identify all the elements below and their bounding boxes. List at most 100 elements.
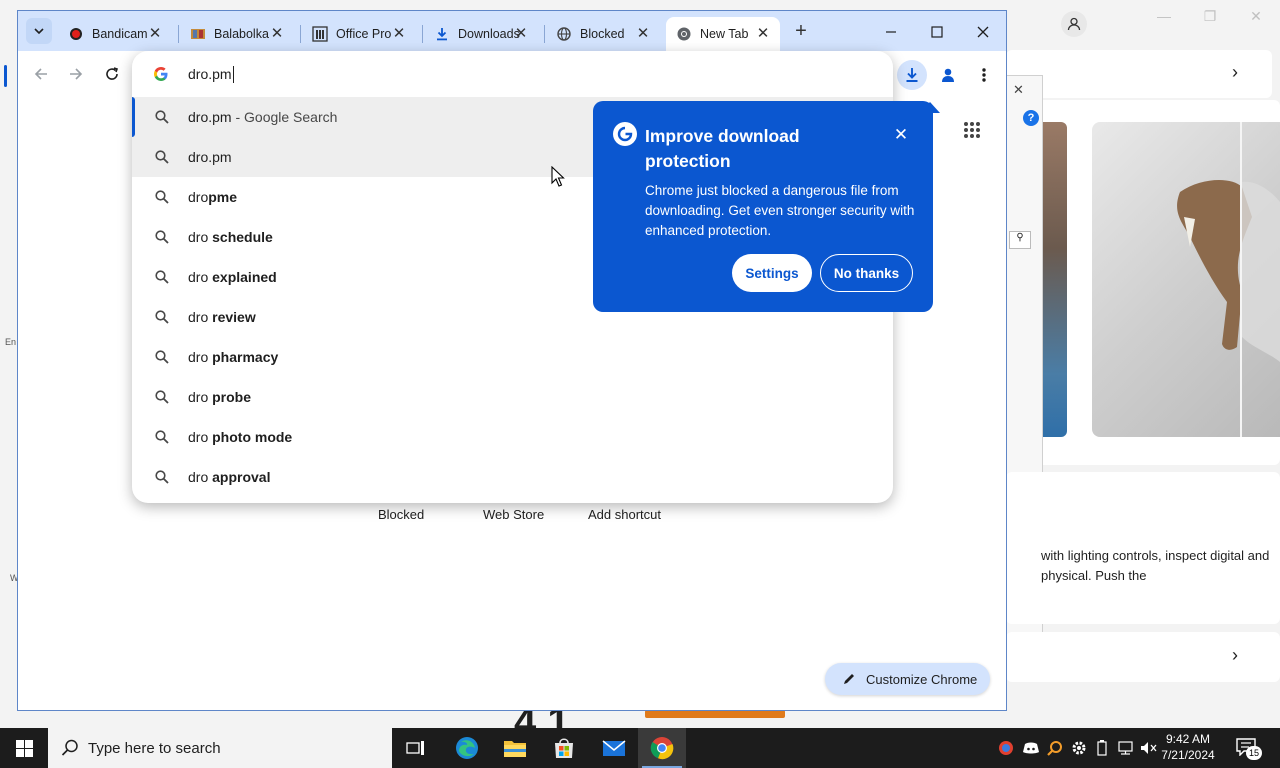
tab-blocked[interactable]: Blocked ✕ bbox=[546, 17, 660, 51]
shortcut-blocked[interactable]: Blocked bbox=[378, 507, 424, 522]
tab-bandicam[interactable]: Bandicam ✕ bbox=[58, 17, 172, 51]
chevron-down-icon bbox=[34, 28, 44, 35]
clock-date: 7/21/2024 bbox=[1161, 748, 1215, 762]
omnibox-suggestion[interactable]: dro probe bbox=[132, 377, 893, 417]
microsoft-store-icon[interactable] bbox=[540, 728, 588, 768]
network-icon[interactable] bbox=[1116, 738, 1136, 758]
file-explorer-icon[interactable] bbox=[491, 728, 539, 768]
suggestion-bold: pharmacy bbox=[212, 349, 279, 365]
omnibox-suggestion[interactable]: dro pharmacy bbox=[132, 337, 893, 377]
shortcut-web-store[interactable]: Web Store bbox=[483, 507, 544, 522]
user-avatar-icon[interactable] bbox=[1061, 11, 1087, 37]
customize-chrome-button[interactable]: Customize Chrome bbox=[825, 663, 990, 695]
windows-start-icon[interactable] bbox=[0, 728, 48, 768]
background-dialog-close-icon[interactable]: ✕ bbox=[1013, 82, 1024, 98]
tab-new-tab[interactable]: New Tab ✕ bbox=[666, 17, 780, 51]
background-sabertooth-image bbox=[1092, 122, 1280, 437]
profile-button[interactable] bbox=[933, 60, 963, 90]
chevron-right-icon[interactable]: › bbox=[1232, 645, 1238, 666]
background-restore-icon[interactable]: ❐ bbox=[1198, 6, 1222, 26]
suggestion-text: dro schedule bbox=[188, 229, 273, 245]
chrome-icon bbox=[676, 26, 692, 42]
downloads-button[interactable] bbox=[897, 60, 927, 90]
suggestion-text: dro review bbox=[188, 309, 256, 325]
tab-close-icon[interactable]: ✕ bbox=[754, 25, 772, 43]
settings-tray-icon[interactable] bbox=[1069, 738, 1089, 758]
tab-search-button[interactable] bbox=[26, 18, 52, 44]
shortcut-add[interactable]: Add shortcut bbox=[588, 507, 661, 522]
chrome-taskbar-icon[interactable] bbox=[638, 728, 686, 768]
omnibox-suggestion[interactable]: dro approval bbox=[132, 457, 893, 497]
task-view-icon[interactable] bbox=[392, 728, 440, 768]
back-arrow-icon[interactable] bbox=[30, 63, 52, 85]
omnibox-suggestion[interactable]: dro photo mode bbox=[132, 417, 893, 457]
background-selection-indicator bbox=[4, 65, 7, 87]
reload-icon[interactable] bbox=[101, 63, 123, 85]
tab-balabolka[interactable]: Balabolka ✕ bbox=[180, 17, 294, 51]
tab-strip: Bandicam ✕ Balabolka ✕ Office Pro ✕ Down… bbox=[18, 11, 1006, 51]
google-apps-icon[interactable] bbox=[963, 121, 981, 139]
background-rating-bar bbox=[645, 710, 785, 718]
search-icon bbox=[155, 230, 169, 244]
no-thanks-button[interactable]: No thanks bbox=[820, 254, 913, 292]
new-tab-button[interactable]: + bbox=[790, 21, 812, 43]
suggestion-plain: dro.pm bbox=[188, 109, 232, 125]
suggestion-text: dro approval bbox=[188, 469, 270, 485]
tab-close-icon[interactable]: ✕ bbox=[146, 25, 164, 43]
google-g-icon bbox=[153, 66, 169, 86]
taskbar-search-placeholder: Type here to search bbox=[88, 739, 221, 757]
google-g-icon bbox=[613, 122, 637, 146]
suggestion-text: dro.pm bbox=[188, 149, 232, 165]
suggestion-plain: dro bbox=[188, 349, 213, 365]
battery-icon[interactable] bbox=[1092, 738, 1112, 758]
suggestion-text: dro probe bbox=[188, 389, 251, 405]
search-icon bbox=[155, 390, 169, 404]
clock-time: 9:42 AM bbox=[1165, 732, 1211, 746]
download-protection-bubble: Improve download protection ✕ Chrome jus… bbox=[593, 101, 933, 312]
notification-count-badge: 15 bbox=[1246, 746, 1262, 760]
maximize-icon[interactable] bbox=[925, 20, 949, 44]
pencil-icon bbox=[844, 674, 854, 684]
mail-icon[interactable] bbox=[590, 728, 638, 768]
tab-close-icon[interactable]: ✕ bbox=[512, 25, 530, 43]
magnifier-tray-icon[interactable] bbox=[1045, 738, 1065, 758]
suggestion-text: dro explained bbox=[188, 269, 277, 285]
windows-taskbar: Type here to search 9:42 AM 7/21/2024 15 bbox=[0, 728, 1280, 768]
chevron-right-icon[interactable]: › bbox=[1232, 62, 1238, 83]
customize-chrome-label: Customize Chrome bbox=[866, 671, 978, 687]
suggestion-bold: schedule bbox=[212, 229, 273, 245]
search-icon[interactable]: ⚲ bbox=[1009, 231, 1031, 249]
menu-kebab-icon[interactable] bbox=[969, 60, 999, 90]
system-clock[interactable]: 9:42 AM 7/21/2024 bbox=[1156, 731, 1220, 763]
suggestion-plain: dro bbox=[188, 389, 213, 405]
settings-button[interactable]: Settings bbox=[732, 254, 812, 292]
discord-icon[interactable] bbox=[1021, 738, 1041, 758]
background-close-icon[interactable]: ✕ bbox=[1244, 6, 1268, 26]
tab-close-icon[interactable]: ✕ bbox=[268, 25, 286, 43]
close-window-icon[interactable] bbox=[971, 20, 995, 44]
background-titlebar bbox=[1006, 0, 1280, 36]
tab-downloads[interactable]: Downloads ✕ bbox=[424, 17, 538, 51]
search-icon bbox=[155, 270, 169, 284]
background-thumbnail-image bbox=[1043, 122, 1067, 437]
suggestion-bold: pme bbox=[208, 189, 238, 205]
omnibox-input[interactable] bbox=[188, 63, 588, 85]
help-icon[interactable]: ? bbox=[1023, 110, 1039, 126]
forward-arrow-icon[interactable] bbox=[65, 63, 87, 85]
search-icon bbox=[155, 150, 169, 164]
tab-close-icon[interactable]: ✕ bbox=[634, 25, 652, 43]
edge-browser-icon[interactable] bbox=[443, 728, 491, 768]
globe-icon bbox=[556, 26, 572, 42]
suggestion-plain: dro bbox=[188, 469, 213, 485]
background-description-text: with lighting controls, inspect digital … bbox=[1041, 548, 1270, 583]
taskbar-search-box[interactable]: Type here to search bbox=[48, 728, 392, 768]
close-icon[interactable]: ✕ bbox=[891, 125, 911, 145]
minimize-icon[interactable] bbox=[879, 20, 903, 44]
tray-app-icon[interactable] bbox=[996, 738, 1016, 758]
suggestion-text: dro photo mode bbox=[188, 429, 292, 445]
tab-close-icon[interactable]: ✕ bbox=[390, 25, 408, 43]
suggestion-text: dro.pm - Google Search bbox=[188, 109, 337, 125]
suggestion-text: dropme bbox=[188, 189, 237, 205]
tab-office-pro[interactable]: Office Pro ✕ bbox=[302, 17, 416, 51]
background-minimize-icon[interactable]: — bbox=[1152, 6, 1176, 26]
